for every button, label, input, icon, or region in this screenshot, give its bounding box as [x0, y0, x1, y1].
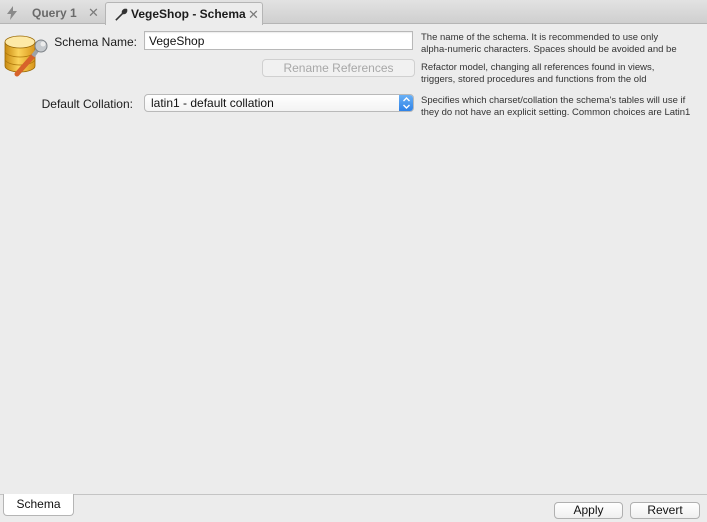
revert-button[interactable]: Revert [630, 502, 700, 519]
schema-editor-window: Query 1 ✕ VegeShop - Schema ✕ Schema Nam… [0, 0, 707, 522]
help-line: Specifies which charset/collation the sc… [421, 95, 686, 106]
schema-name-input[interactable] [144, 31, 413, 50]
collation-selected-value: latin1 - default collation [151, 96, 274, 110]
tab-label: VegeShop - Schema [131, 7, 246, 21]
schema-name-label: Schema Name: [54, 35, 137, 49]
tab-schema-bottom[interactable]: Schema [3, 494, 74, 516]
default-collation-select[interactable]: latin1 - default collation [144, 94, 414, 112]
tab-vegeshop-schema[interactable]: VegeShop - Schema ✕ [105, 2, 263, 25]
help-line: they do not have an explicit setting. Co… [421, 107, 691, 117]
default-collation-help: Specifies which charset/collation the sc… [421, 95, 707, 117]
wrench-icon [115, 8, 128, 21]
schema-name-help: The name of the schema. It is recommende… [421, 32, 707, 56]
bolt-icon [7, 6, 17, 20]
tab-bar: Query 1 ✕ VegeShop - Schema ✕ [0, 0, 707, 25]
help-line: alpha-numeric characters. Spaces should … [421, 44, 677, 55]
help-line: The name of the schema. It is recommende… [421, 32, 659, 43]
tab-query-1[interactable]: Query 1 ✕ [6, 2, 102, 24]
tab-label: Query 1 [32, 6, 77, 20]
apply-button[interactable]: Apply [554, 502, 623, 519]
default-collation-label: Default Collation: [41, 97, 133, 111]
select-arrows-icon [399, 95, 413, 111]
help-line: Refactor model, changing all references … [421, 62, 655, 73]
close-icon[interactable]: ✕ [88, 5, 99, 21]
rename-references-help: Refactor model, changing all references … [421, 62, 707, 84]
help-line: triggers, stored procedures and function… [421, 74, 647, 84]
close-icon[interactable]: ✕ [248, 7, 259, 23]
rename-references-button[interactable]: Rename References [262, 59, 415, 77]
bottom-bar: Schema Apply Revert [0, 494, 707, 522]
